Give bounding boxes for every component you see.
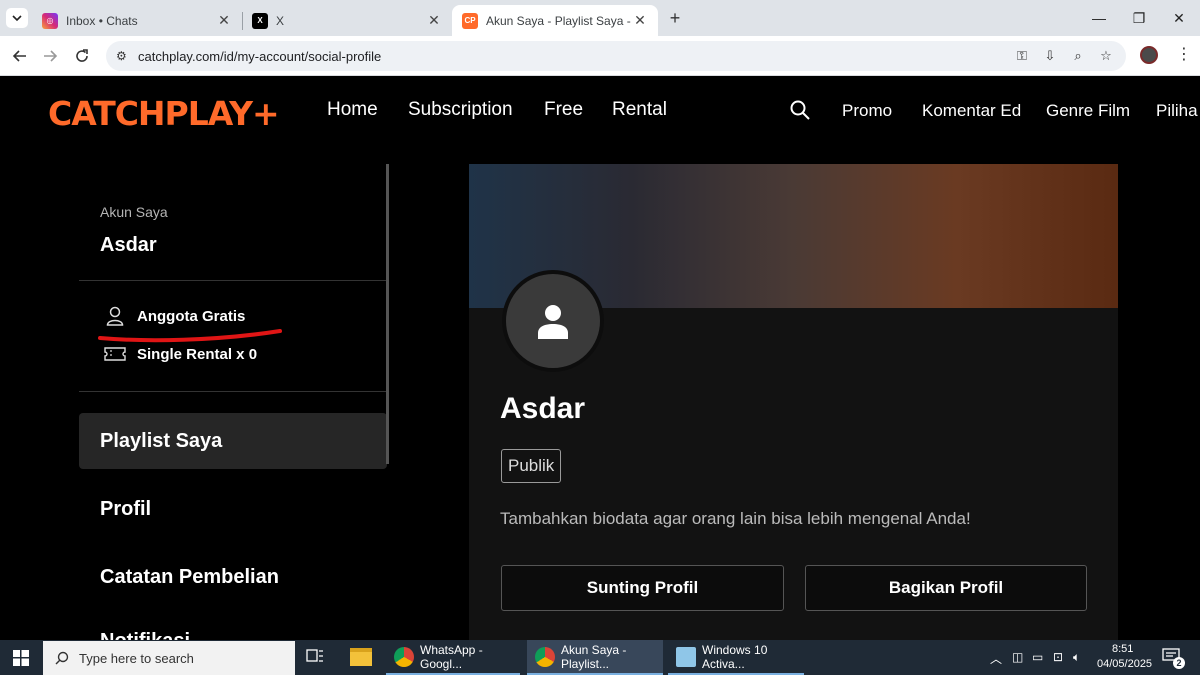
sidebar-scrollbar[interactable] [386, 164, 389, 464]
password-key-icon[interactable]: ⚿ [1014, 48, 1030, 64]
notifications-button[interactable]: 2 [1160, 645, 1186, 671]
file-explorer-icon[interactable] [350, 648, 372, 666]
start-button[interactable] [0, 640, 42, 675]
tab-title: Inbox • Chats [66, 13, 138, 28]
instagram-icon: ◎ [42, 12, 58, 29]
visibility-badge: Publik [501, 449, 562, 483]
bookmark-star-icon[interactable]: ☆ [1098, 48, 1114, 64]
catchplay-logo[interactable]: CATCHPLAY+ [48, 94, 280, 133]
edit-profile-button[interactable]: Sunting Profil [501, 565, 784, 611]
zoom-icon[interactable]: ⌕ [1070, 48, 1086, 64]
chrome-icon [394, 646, 414, 667]
nav-home[interactable]: Home [327, 99, 378, 121]
site-settings-icon[interactable]: ⚙ [116, 49, 127, 63]
task-view-icon[interactable] [306, 648, 326, 668]
document-icon [676, 646, 696, 667]
chrome-icon [535, 646, 555, 667]
reload-icon [76, 49, 88, 62]
install-app-icon[interactable]: ⇩ [1042, 48, 1058, 64]
back-button[interactable] [8, 44, 32, 68]
close-tab-icon[interactable]: ✕ [216, 12, 232, 29]
taskbar-app-label: Windows 10 Activa... [702, 642, 768, 671]
nav-subscription[interactable]: Subscription [408, 99, 513, 121]
windows-logo-icon [13, 649, 29, 666]
chevron-down-icon [12, 15, 22, 22]
menu-kebab-icon[interactable]: ⋮ [1176, 46, 1192, 64]
catchplay-icon: CP [462, 12, 478, 29]
battery-icon[interactable]: ▭ [1032, 650, 1043, 664]
account-label: Akun Saya [100, 204, 168, 220]
tab-search-button[interactable] [6, 8, 28, 28]
tab-instagram[interactable]: ◎ Inbox • Chats ✕ [32, 5, 242, 36]
account-name: Asdar [100, 234, 157, 256]
membership-status: Anggota Gratis [104, 306, 245, 326]
profile-name: Asdar [500, 392, 586, 425]
nav-komentar-ed[interactable]: Komentar Ed [922, 101, 1021, 121]
address-bar[interactable]: ⚙ catchplay.com/id/my-account/social-pro… [106, 41, 1126, 71]
divider [79, 391, 387, 392]
url-text: catchplay.com/id/my-account/social-profi… [138, 48, 382, 64]
profile-avatar-large[interactable] [502, 270, 604, 372]
close-tab-icon[interactable]: ✕ [426, 12, 442, 29]
volume-icon[interactable]: 🔈︎ [1073, 650, 1080, 665]
user-silhouette-icon [538, 305, 568, 339]
browser-tab-strip: ◎ Inbox • Chats ✕ X X ✕ CP Akun Saya - P… [0, 0, 1200, 36]
taskbar-app-label: Akun Saya - Playlist... [561, 642, 627, 671]
rental-status: Single Rental x 0 [104, 344, 257, 364]
show-hidden-icons-icon[interactable]: ︿ [990, 650, 1002, 667]
tab-title: X [276, 13, 285, 28]
share-profile-button[interactable]: Bagikan Profil [805, 565, 1087, 611]
taskbar-app-whatsapp[interactable]: WhatsApp - Googl... [386, 640, 520, 675]
taskbar-search-box[interactable]: Type here to search [43, 641, 295, 675]
tab-title: Akun Saya - Playlist Saya - CATC [486, 13, 632, 28]
red-underline-annotation [98, 329, 282, 343]
clock-time[interactable]: 8:51 [1112, 643, 1133, 655]
taskbar-app-windows-activation[interactable]: Windows 10 Activa... [668, 640, 804, 675]
tab-x[interactable]: X X ✕ [242, 5, 452, 36]
nav-rental[interactable]: Rental [612, 99, 667, 121]
taskbar-app-akun-saya[interactable]: Akun Saya - Playlist... [527, 640, 663, 675]
clock-date[interactable]: 04/05/2025 [1097, 658, 1152, 670]
browser-toolbar: ⚙ catchplay.com/id/my-account/social-pro… [0, 36, 1200, 76]
sidebar-item-catatan-pembelian[interactable]: Catatan Pembelian [100, 566, 279, 589]
taskbar-app-label: WhatsApp - Googl... [420, 642, 483, 671]
nav-genre-film[interactable]: Genre Film [1046, 101, 1130, 121]
forward-button[interactable] [38, 44, 62, 68]
user-icon [104, 306, 126, 326]
notification-count: 2 [1173, 657, 1185, 669]
tab-catchplay[interactable]: CP Akun Saya - Playlist Saya - CATC ✕ [452, 5, 658, 36]
sidebar-item-playlist-saya[interactable]: Playlist Saya [100, 430, 222, 453]
bio-placeholder: Tambahkan biodata agar orang lain bisa l… [500, 509, 971, 528]
search-icon[interactable] [790, 100, 810, 120]
nav-free[interactable]: Free [544, 99, 583, 121]
meet-now-icon[interactable]: ◫ [1012, 650, 1023, 664]
x-logo-icon: X [252, 12, 268, 29]
close-tab-icon[interactable]: ✕ [632, 12, 648, 29]
search-icon [55, 651, 69, 665]
reload-button[interactable] [70, 44, 94, 68]
arrow-right-icon [44, 50, 58, 62]
nav-pilihan[interactable]: Piliha [1156, 101, 1198, 121]
ticket-icon [104, 344, 126, 364]
rental-label: Single Rental x 0 [137, 345, 258, 363]
taskbar-search-placeholder: Type here to search [79, 650, 194, 666]
divider [79, 280, 387, 281]
close-window-button[interactable]: ✕ [1156, 0, 1200, 36]
profile-avatar[interactable] [1140, 46, 1158, 64]
nav-promo[interactable]: Promo [842, 101, 892, 121]
network-icon[interactable]: ⊡ [1053, 650, 1063, 664]
sidebar-item-profil[interactable]: Profil [100, 498, 151, 521]
membership-label: Anggota Gratis [137, 307, 246, 325]
new-tab-button[interactable]: + [664, 8, 686, 28]
arrow-left-icon [12, 50, 26, 62]
